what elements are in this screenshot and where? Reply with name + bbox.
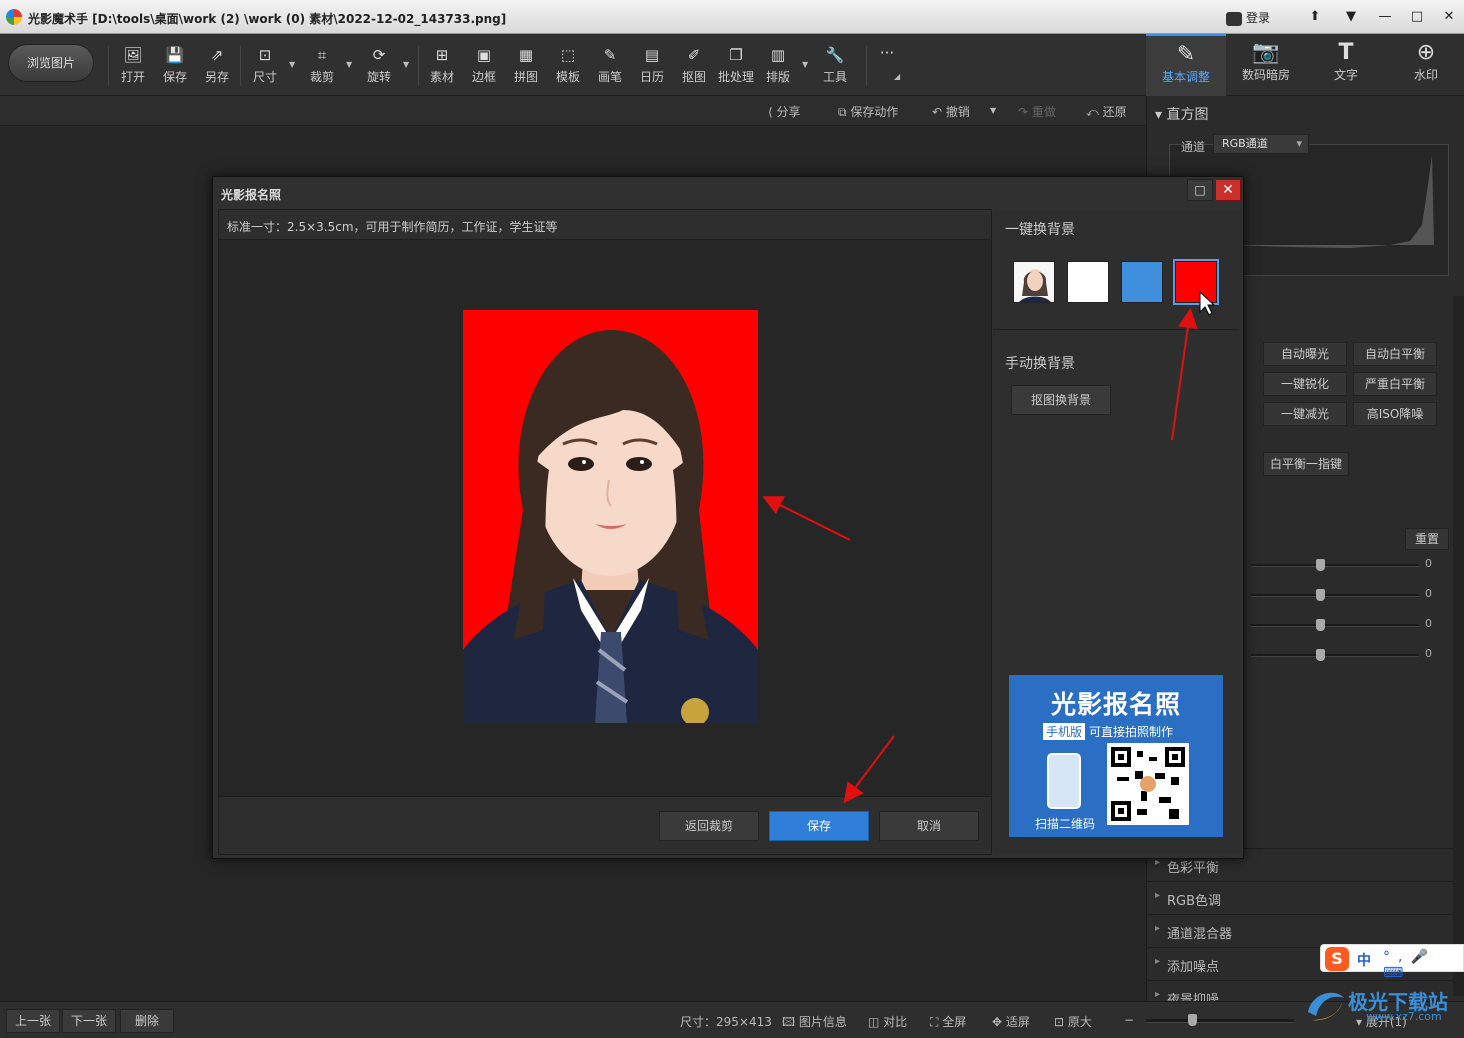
sogou-icon: S — [1325, 947, 1349, 971]
arrow-to-red-swatch — [1171, 308, 1198, 441]
site-watermark: 极光下载站 www.xz7.com — [1300, 980, 1464, 1030]
watermark-logo-icon — [1308, 992, 1344, 1021]
arrow-to-save — [843, 735, 895, 804]
ime-tools-icon: °,🎤⌨ — [1383, 949, 1436, 981]
arrow-to-photo — [762, 496, 851, 541]
ime-mode: 中 — [1357, 953, 1371, 969]
ime-toolbar[interactable]: S 中 °,🎤⌨ — [1320, 944, 1464, 981]
annotation-arrows — [762, 290, 1216, 804]
mouse-cursor-icon — [1199, 290, 1216, 316]
watermark-url: www.xz7.com — [1366, 1010, 1442, 1023]
